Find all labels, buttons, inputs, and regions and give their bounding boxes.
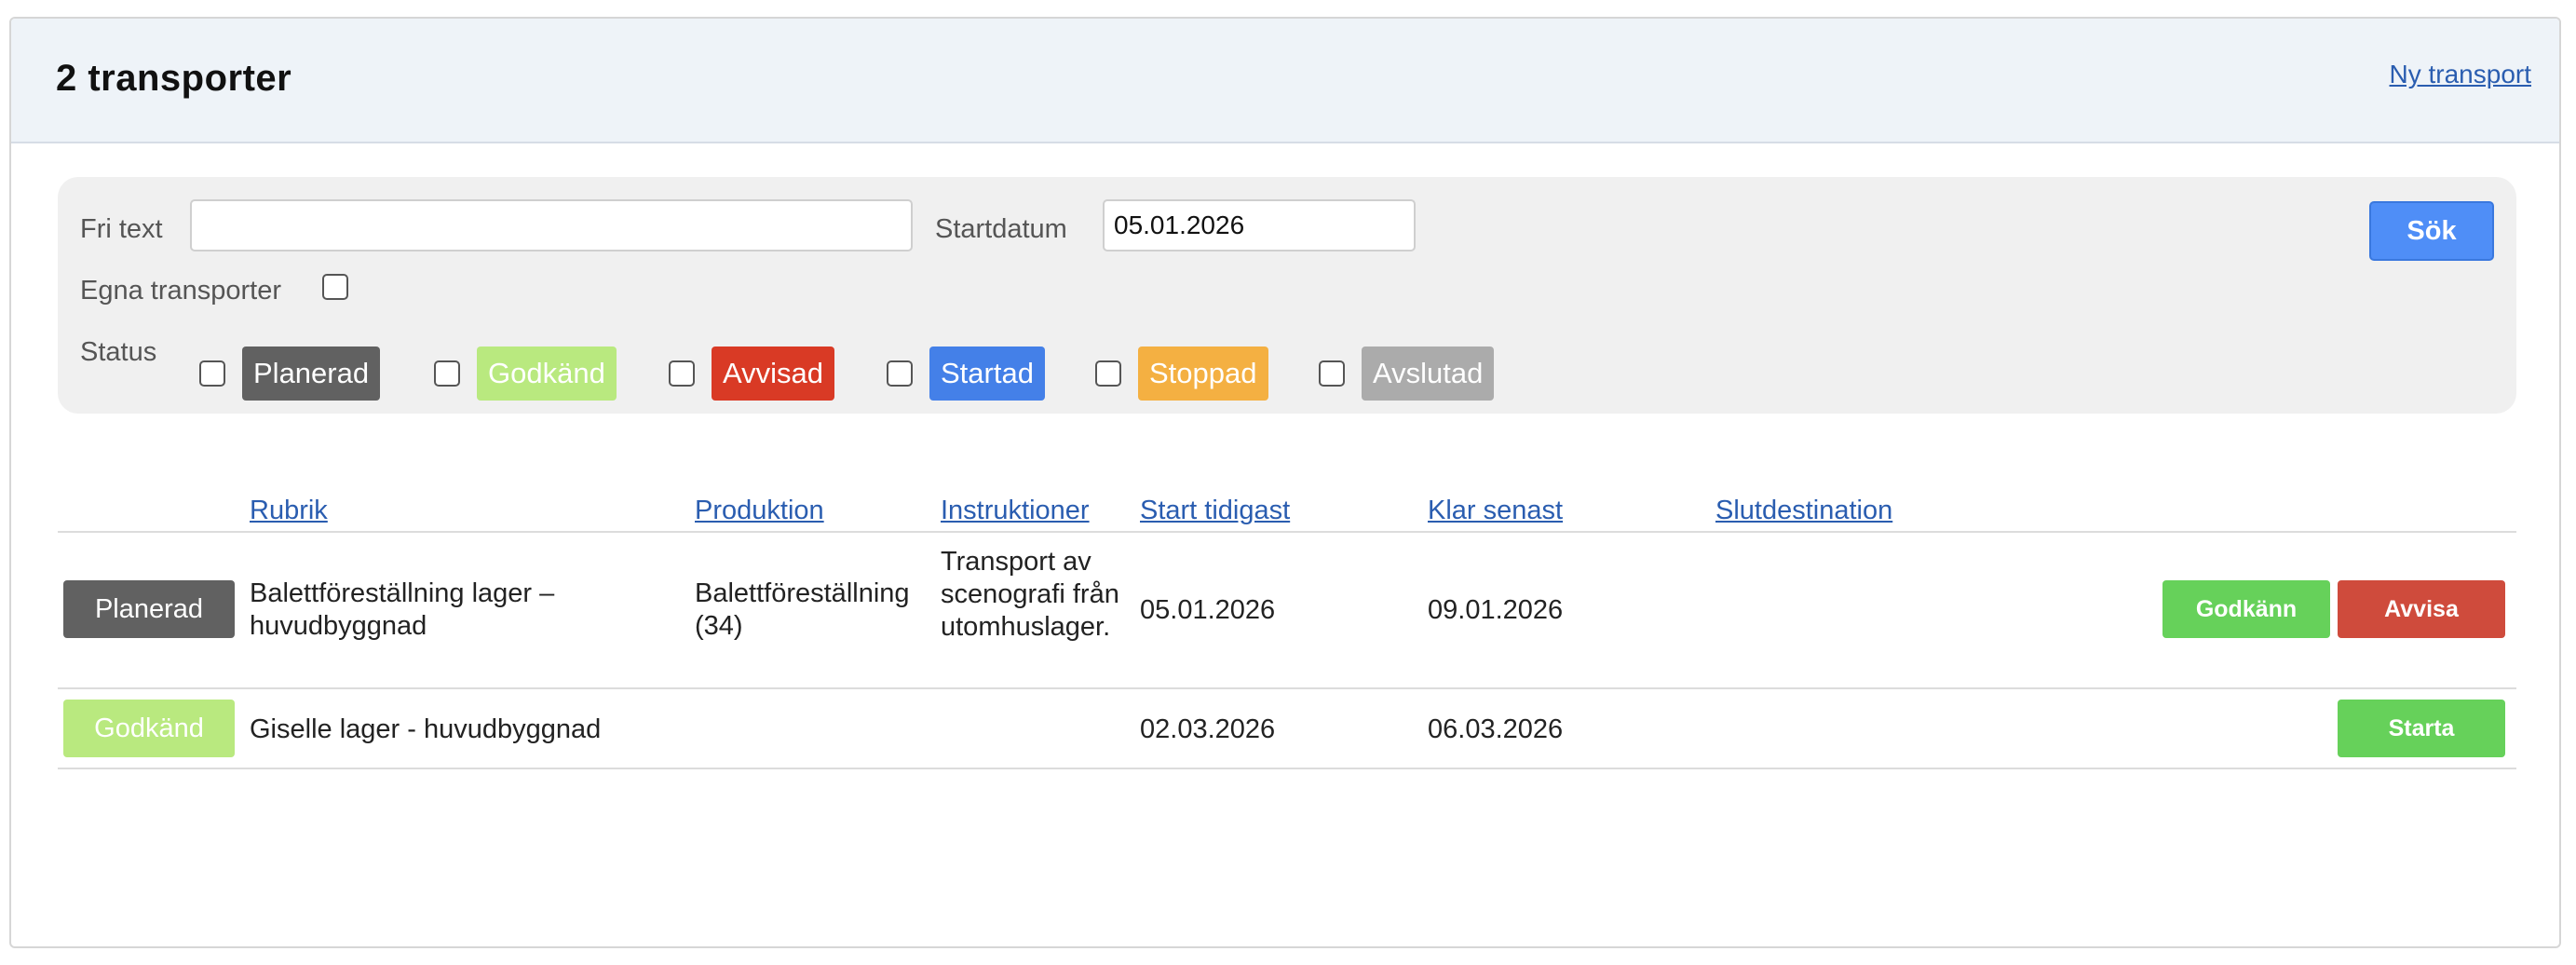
status-checkbox-avvisad[interactable] xyxy=(669,360,695,387)
search-button[interactable]: Sök xyxy=(2369,201,2494,261)
reject-button[interactable]: Avvisa xyxy=(2338,580,2505,638)
approve-button[interactable]: Godkänn xyxy=(2162,580,2330,638)
status-chip-avvisad: Avvisad xyxy=(712,347,834,401)
new-transport-link[interactable]: Ny transport xyxy=(2390,60,2532,89)
row-rubrik: Giselle lager - huvudbyggnad xyxy=(250,714,602,744)
column-header-produktion[interactable]: Produktion xyxy=(695,496,824,526)
row-rubrik: Balettföreställning lager – huvudbyggnad xyxy=(250,578,555,641)
free-text-input[interactable] xyxy=(190,199,913,251)
status-label: Status xyxy=(80,337,157,367)
start-button[interactable]: Starta xyxy=(2338,700,2505,757)
column-header-start-tidigast[interactable]: Start tidigast xyxy=(1140,496,1290,526)
status-checkbox-godkand[interactable] xyxy=(434,360,460,387)
status-checkbox-planerad[interactable] xyxy=(199,360,225,387)
panel-header: 2 transporter Ny transport xyxy=(11,19,2559,143)
status-checkbox-startad[interactable] xyxy=(887,360,913,387)
own-transports-label: Egna transporter xyxy=(80,276,282,306)
row-status-badge: Planerad xyxy=(63,580,235,638)
start-date-input[interactable] xyxy=(1103,199,1416,251)
row-status-badge: Godkänd xyxy=(63,700,235,757)
row-klar-senast: 09.01.2026 xyxy=(1428,595,1564,625)
start-date-label: Startdatum xyxy=(935,214,1067,244)
row-produktion: Balettföreställning (34) xyxy=(695,578,910,641)
header-divider xyxy=(58,531,2516,533)
status-chip-stoppad: Stoppad xyxy=(1138,347,1268,401)
status-checkbox-stoppad[interactable] xyxy=(1095,360,1121,387)
free-text-label: Fri text xyxy=(80,214,163,244)
row-instruktioner: Transport av scenografi från utomhuslage… xyxy=(941,547,1119,642)
filter-box: Fri text Startdatum Sök Egna transporter… xyxy=(58,177,2516,414)
row-divider xyxy=(58,768,2516,769)
column-header-rubrik[interactable]: Rubrik xyxy=(250,496,328,526)
row-start-tidigast: 02.03.2026 xyxy=(1140,714,1276,744)
own-transports-checkbox[interactable] xyxy=(322,274,348,300)
column-header-slutdestination[interactable]: Slutdestination xyxy=(1715,496,1892,526)
column-header-instruktioner[interactable]: Instruktioner xyxy=(941,496,1090,526)
row-divider xyxy=(58,687,2516,689)
transport-panel: 2 transporter Ny transport Fri text Star… xyxy=(9,17,2561,948)
row-klar-senast: 06.03.2026 xyxy=(1428,714,1564,744)
status-chip-avslutad: Avslutad xyxy=(1362,347,1495,401)
page-title: 2 transporter xyxy=(56,58,292,99)
column-header-klar-senast[interactable]: Klar senast xyxy=(1428,496,1563,526)
status-chip-godkand: Godkänd xyxy=(477,347,617,401)
status-chip-startad: Startad xyxy=(929,347,1045,401)
status-checkbox-avslutad[interactable] xyxy=(1319,360,1345,387)
row-start-tidigast: 05.01.2026 xyxy=(1140,595,1276,625)
status-chip-planerad: Planerad xyxy=(242,347,381,401)
